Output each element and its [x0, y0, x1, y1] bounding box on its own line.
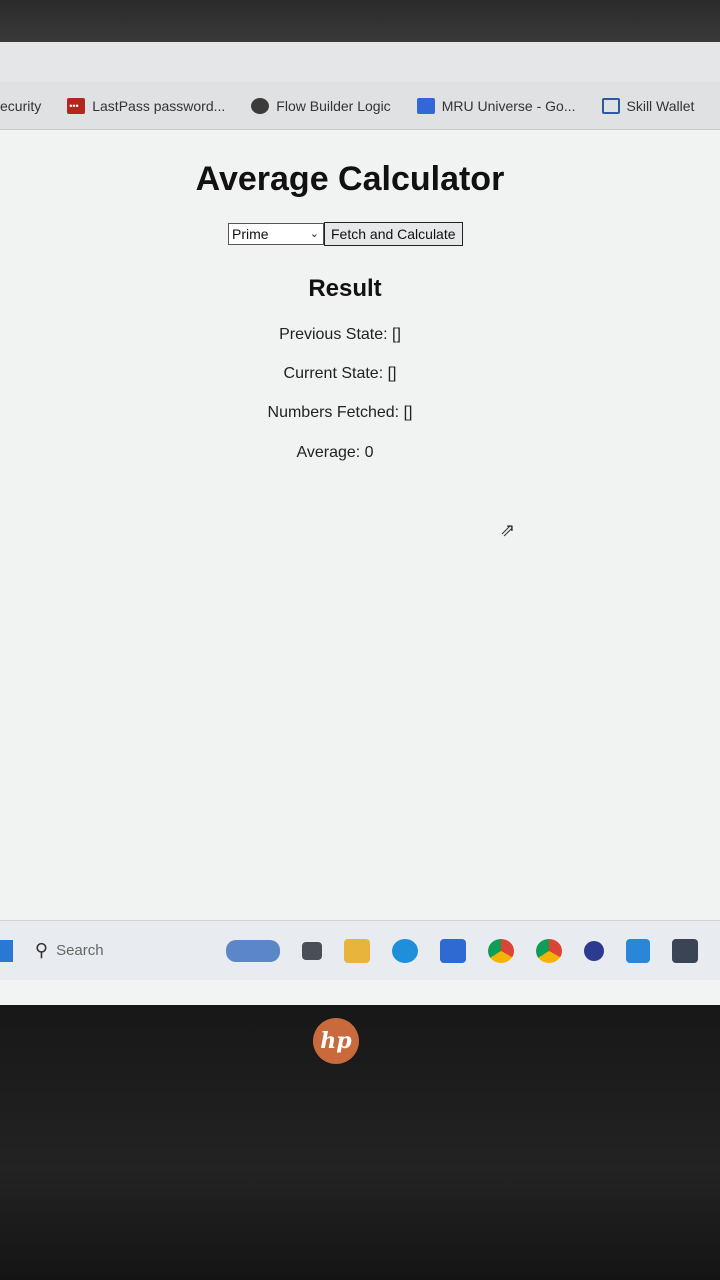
browser-tab-strip	[0, 42, 720, 82]
select-value: Prime	[232, 226, 269, 242]
skill-icon	[601, 97, 620, 114]
current-state-text: Current State: []	[283, 365, 397, 382]
controls: Prime ⌄ Fetch and Calculate	[228, 222, 463, 246]
bookmarks-bar: ecurity LastPass password... Flow Builde…	[0, 82, 720, 130]
previous-state-text: Previous State: []	[279, 326, 401, 343]
chevron-down-icon: ⌄	[309, 228, 319, 240]
widgets-icon[interactable]	[226, 939, 280, 962]
numbers-fetched-text: Numbers Fetched: []	[267, 404, 413, 421]
top-bezel	[0, 0, 720, 42]
bookmark-lastpass[interactable]: LastPass password...	[67, 97, 226, 114]
doc-icon	[416, 97, 435, 114]
page-title: Average Calculator	[195, 160, 505, 198]
laptop-body	[0, 1005, 720, 1280]
result-heading: Result	[308, 275, 382, 302]
taskbar-search[interactable]: ⚲ Search	[35, 940, 182, 961]
start-icon[interactable]	[0, 939, 13, 962]
lastpass-icon	[67, 97, 86, 114]
flow-icon	[251, 97, 270, 114]
number-type-select[interactable]: Prime ⌄	[228, 223, 324, 245]
bookmark-label: LastPass password...	[92, 97, 226, 114]
chrome-icon[interactable]	[488, 938, 514, 963]
taskbar: ⚲ Search	[0, 920, 720, 980]
page-content: Average Calculator Prime ⌄ Fetch and Cal…	[0, 130, 720, 920]
store-icon[interactable]	[440, 938, 466, 963]
bookmark-skill-wallet[interactable]: Skill Wallet	[601, 97, 695, 114]
average-text: Average: 0	[296, 444, 374, 461]
task-view-icon[interactable]	[302, 941, 322, 960]
chrome-profile-icon[interactable]	[536, 938, 562, 963]
bookmark-label: ecurity	[0, 97, 42, 114]
mouse-cursor-icon: ⇗	[500, 520, 516, 540]
fetch-and-calculate-button[interactable]: Fetch and Calculate	[324, 222, 463, 246]
hp-logo: hp	[313, 1018, 359, 1064]
file-explorer-icon[interactable]	[344, 938, 370, 963]
edge-icon[interactable]	[392, 938, 418, 963]
search-placeholder: Search	[56, 942, 104, 959]
bookmark-security[interactable]: ecurity	[0, 98, 41, 114]
bookmark-label: Flow Builder Logic	[276, 97, 391, 114]
terminal-icon[interactable]	[672, 938, 698, 963]
taskbar-apps	[226, 938, 720, 963]
bookmark-label: MRU Universe - Go...	[441, 97, 576, 114]
bookmark-flow-builder[interactable]: Flow Builder Logic	[251, 97, 391, 114]
eclipse-icon[interactable]	[584, 940, 604, 961]
bookmark-label: Skill Wallet	[626, 97, 695, 114]
bookmark-mru-universe[interactable]: MRU Universe - Go...	[416, 97, 576, 114]
vscode-icon[interactable]	[626, 938, 650, 963]
search-icon: ⚲	[34, 940, 49, 960]
